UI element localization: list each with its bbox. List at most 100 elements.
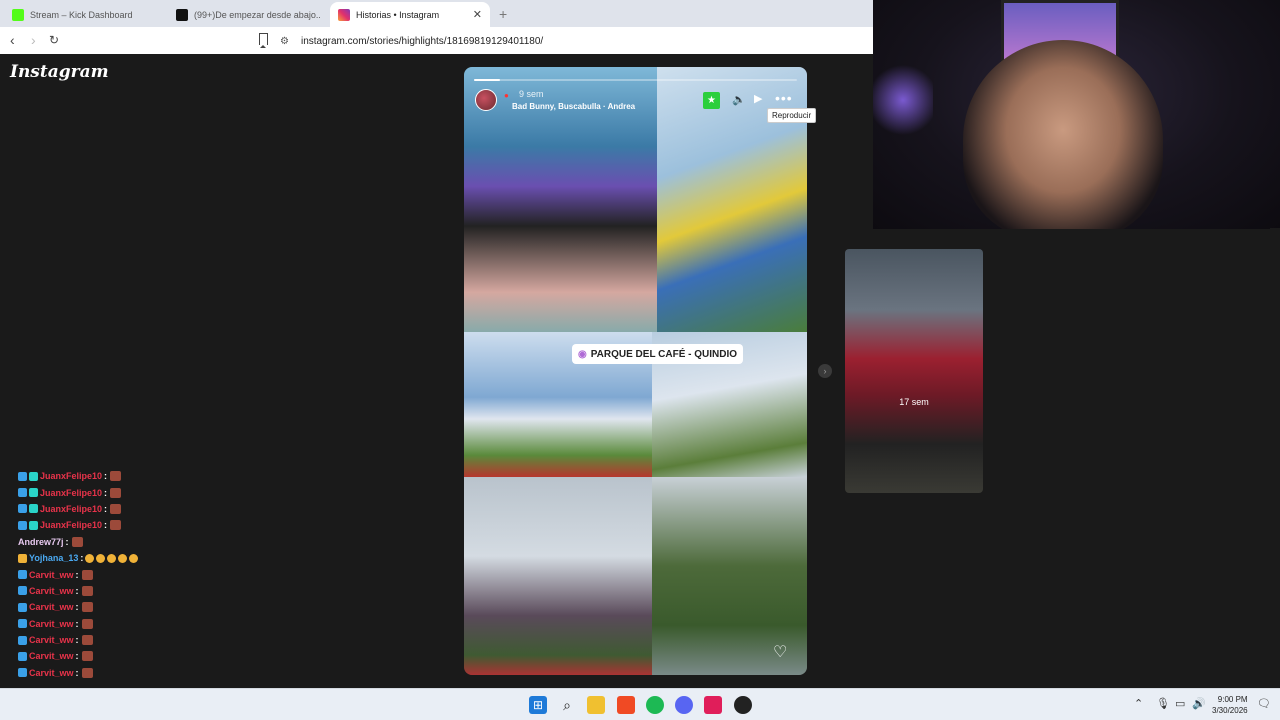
chat-message: Yojhana_13: [18,550,258,566]
tiktok-icon[interactable] [704,696,722,714]
windows-taskbar: ⊞ ⌕ ⌃ 🎙 ▭ 🔊 9:00 PM 3/30/2026 🗨 [0,688,1280,720]
story-viewer[interactable]: ● 9 sem Bad Bunny, Buscabulla · Andrea ★… [464,67,807,675]
chat-username[interactable]: Carvit_ww [29,619,74,629]
chat-emote-icon [81,569,93,580]
location-sticker[interactable]: ◉ PARQUE DEL CAFÉ - QUINDIO [572,344,744,364]
chat-username[interactable]: Carvit_ww [29,602,74,612]
windows-start-icon[interactable]: ⊞ [529,696,547,714]
chat-emote-icon [81,651,93,662]
chat-username[interactable]: JuanxFelipe10 [40,471,102,481]
webcam-light [873,60,933,140]
forward-icon[interactable]: › [31,32,36,48]
tab-tiktok[interactable]: (99+)De empezar desde abajo... a pe [168,2,328,27]
tab-label: Historias • Instagram [356,9,440,20]
play-icon[interactable]: ▶ [754,92,762,105]
search-icon[interactable]: ⌕ [558,696,576,714]
chat-emote-icon [129,553,139,563]
spotify-icon[interactable] [646,696,664,714]
chat-username[interactable]: Carvit_ww [29,635,74,645]
heart-icon[interactable]: ♡ [773,642,787,662]
microphone-icon[interactable]: 🎙 [1156,697,1170,710]
tab-label: Stream – Kick Dashboard [30,9,133,20]
clock-date: 3/30/2026 [1212,706,1248,715]
kick-favicon-icon [12,8,24,21]
instagram-logo[interactable]: Instagram [10,62,109,82]
chat-badge-icon [29,520,38,530]
location-pin-icon: ◉ [578,348,587,360]
site-info-icon[interactable]: ⚙ [280,36,289,47]
chat-emote-icon [71,536,83,547]
play-tooltip: Reproducir [767,108,817,123]
reload-icon[interactable]: ↻ [49,33,59,47]
url-field[interactable]: ⚙ instagram.com/stories/highlights/18169… [280,31,543,51]
chat-badge-icon [18,553,27,563]
chat-separator: : [104,471,108,482]
strawberry-icon: ● [504,91,509,100]
notifications-icon[interactable]: 🗨 [1257,697,1271,710]
new-tab-icon[interactable]: + [499,6,507,22]
chat-badge-icon [18,520,27,530]
speaker-icon[interactable]: 🔊 [1192,697,1206,710]
file-explorer-icon[interactable] [587,696,605,714]
bookmark-icon[interactable] [259,33,268,48]
url-text: instagram.com/stories/highlights/1816981… [300,35,544,47]
chat-username[interactable]: Carvit_ww [29,570,74,580]
clock-time: 9:00 PM [1217,695,1248,704]
chat-badge-icon [18,586,27,596]
tab-kick-dashboard[interactable]: Stream – Kick Dashboard [4,2,168,27]
streamer [963,40,1163,229]
story-progress-bar [474,79,797,81]
more-options-icon[interactable]: ••• [775,90,793,106]
side-story-time: 17 sem [899,397,929,407]
chat-message: Carvit_ww: [18,616,258,632]
chat-emote-icon [110,503,122,514]
taskbar-clock[interactable]: 9:00 PM 3/30/2026 [1212,694,1248,716]
volume-icon[interactable]: 🔈 [732,93,746,106]
chat-emote-icon [107,553,117,563]
chat-emote-icon [110,520,122,531]
chat-separator: : [75,618,79,629]
chat-username[interactable]: Carvit_ww [29,668,74,678]
tab-instagram-stories[interactable]: Historias • Instagram ✕ [330,2,490,27]
chat-message: JuanxFelipe10: [18,517,258,533]
chat-username[interactable]: JuanxFelipe10 [40,520,102,530]
close-tab-icon[interactable]: ✕ [473,8,482,21]
chat-username[interactable]: Carvit_ww [29,651,74,661]
chat-message: JuanxFelipe10: [18,484,258,500]
chat-emote-icon [96,553,106,563]
discord-icon[interactable] [675,696,693,714]
story-photo-coaster-loop [464,477,652,675]
chat-separator: : [104,503,108,514]
obs-icon[interactable] [734,696,752,714]
chat-emote-icon [85,553,95,563]
back-icon[interactable]: ‹ [10,32,15,48]
next-story-icon[interactable]: › [818,364,832,378]
chat-emote-icon [118,553,128,563]
network-icon[interactable]: ▭ [1175,697,1185,710]
page-scrollbar[interactable] [1270,228,1280,688]
chat-username[interactable]: JuanxFelipe10 [40,504,102,514]
next-story-preview[interactable]: 17 sem [845,249,983,493]
chat-username[interactable]: Carvit_ww [29,586,74,596]
chat-message: Carvit_ww: [18,566,258,582]
chevron-up-icon[interactable]: ⌃ [1134,697,1143,710]
chat-emote-icon [81,585,93,596]
screen: Stream – Kick Dashboard (99+)De empezar … [0,0,1280,720]
chat-separator: : [65,536,69,547]
close-friends-star-icon[interactable]: ★ [703,92,720,109]
chat-message: Carvit_ww: [18,632,258,648]
chat-username[interactable]: Yojhana_13 [29,553,78,563]
chat-badge-icon [29,504,38,514]
story-avatar[interactable] [475,89,497,111]
story-music[interactable]: Bad Bunny, Buscabulla · Andrea [512,102,635,111]
chat-username[interactable]: Andrew77j [18,537,64,547]
brave-browser-icon[interactable] [617,696,635,714]
instagram-favicon-icon [338,8,350,21]
chat-badge-icon [18,488,27,498]
chat-separator: : [75,635,79,646]
chat-separator: : [75,569,79,580]
chat-emote-icon [81,667,93,678]
chat-username[interactable]: JuanxFelipe10 [40,488,102,498]
chat-badge-icon [18,619,27,629]
chat-message: Carvit_ww: [18,583,258,599]
